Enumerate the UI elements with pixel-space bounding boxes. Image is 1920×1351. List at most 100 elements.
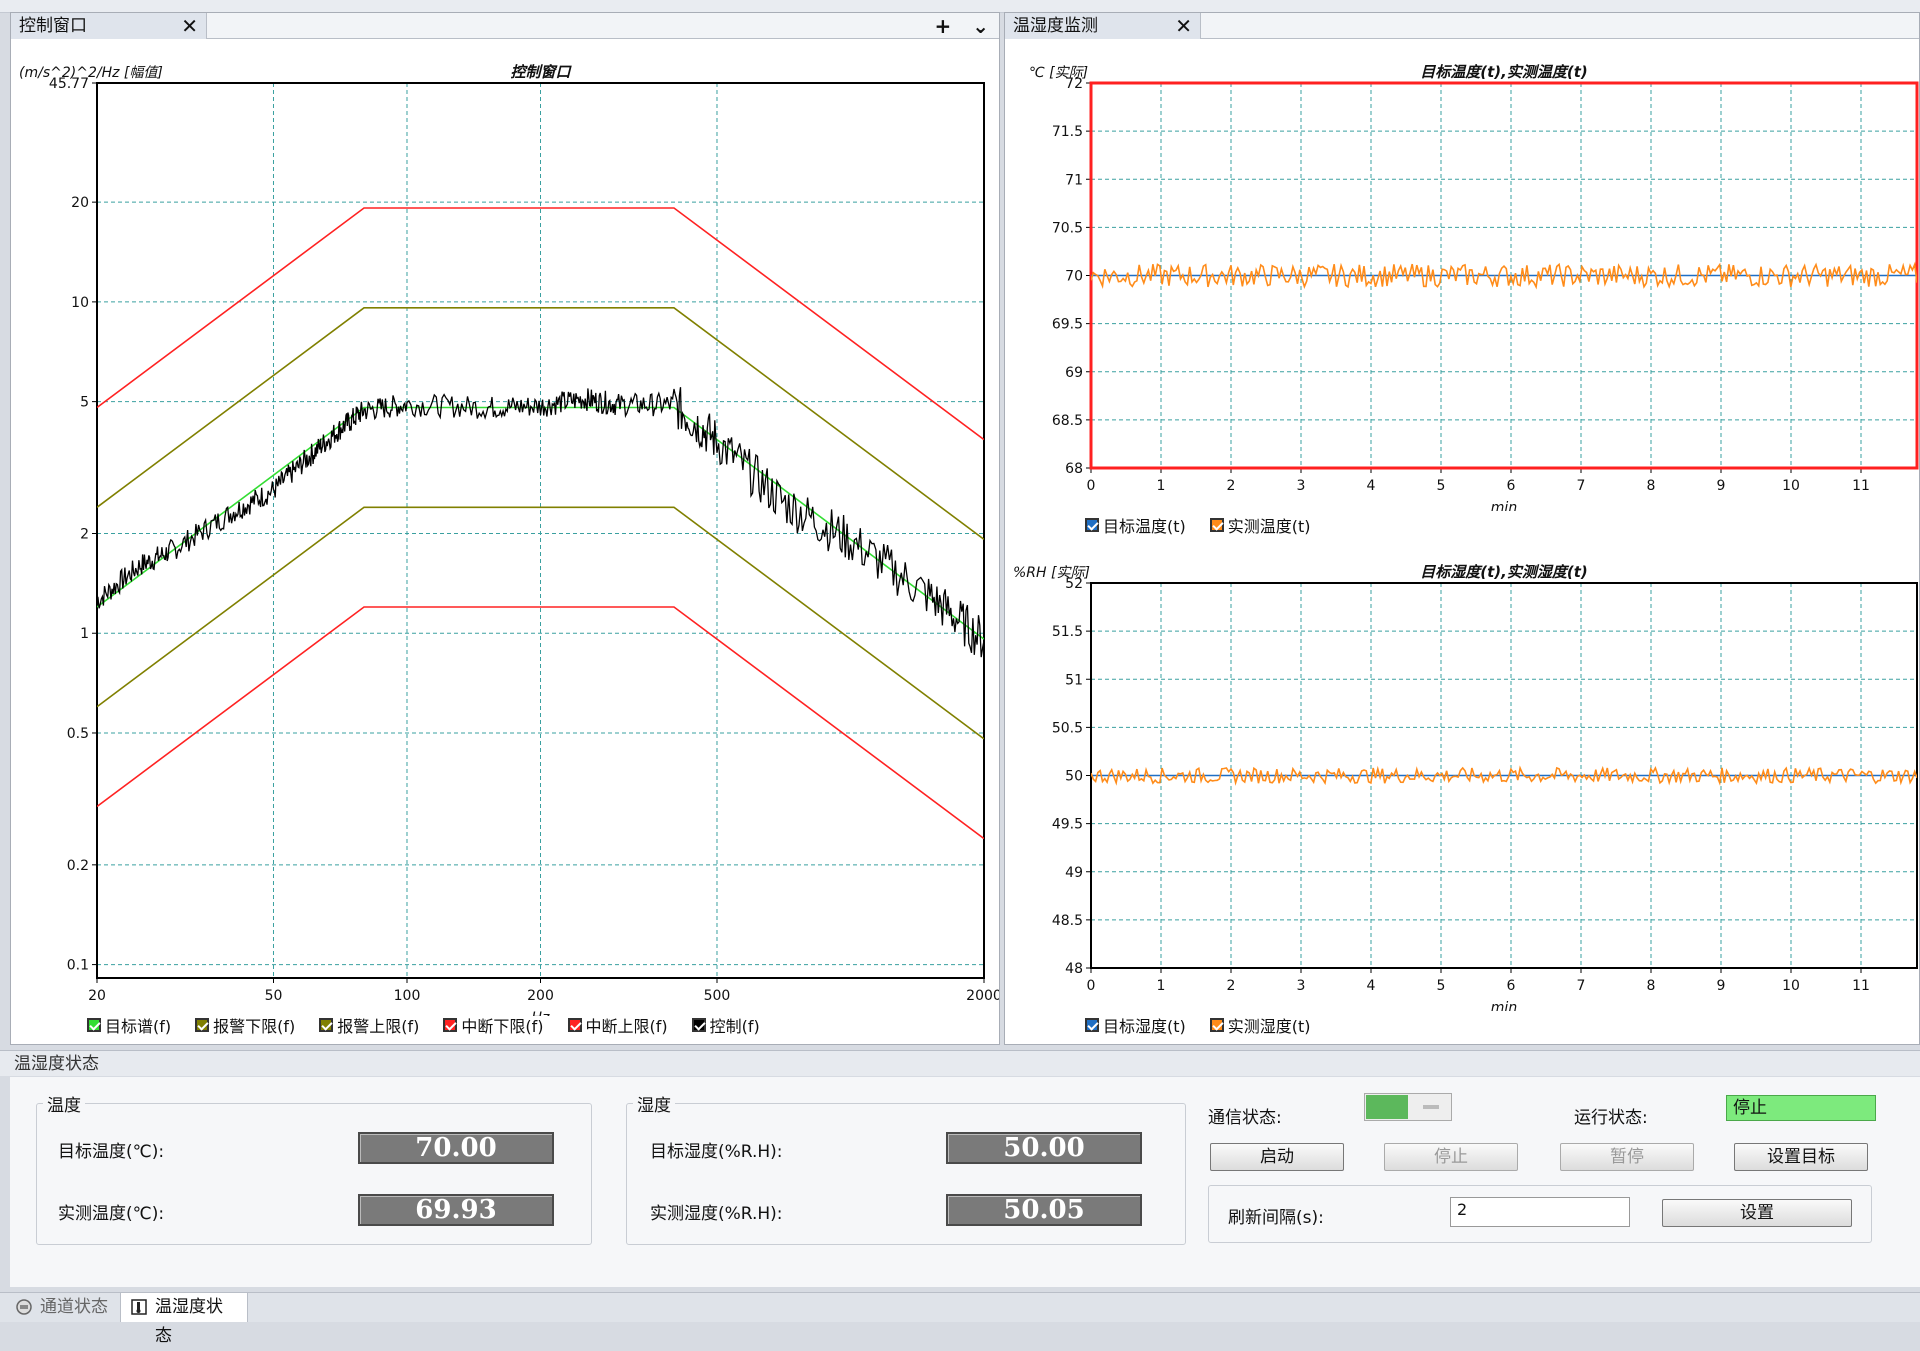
legend-checkbox-icon[interactable] xyxy=(443,1018,458,1032)
y-tick-label: 50.5 xyxy=(1052,720,1083,736)
tab-control-window-label: 控制窗口 xyxy=(19,16,87,36)
y-tick-label: 50 xyxy=(1065,769,1083,785)
close-icon[interactable]: ✕ xyxy=(181,13,198,39)
y-tick-label: 0.2 xyxy=(67,858,89,874)
thermometer-icon xyxy=(131,1299,147,1315)
legend-label: 中断上限(f) xyxy=(585,1017,668,1036)
chart-title: 目标温度(t),实测温度(t) xyxy=(1420,63,1587,81)
actual-humidity-label: 实测湿度(%R.H): xyxy=(650,1204,783,1224)
legend-checkbox-icon[interactable] xyxy=(319,1018,334,1032)
x-tick-label: 3 xyxy=(1297,478,1306,494)
start-button[interactable]: 启动 xyxy=(1210,1143,1344,1171)
legend-item[interactable]: 控制(f) xyxy=(691,1013,760,1037)
x-tick-label: 3 xyxy=(1297,978,1306,994)
plot-area xyxy=(1091,765,1917,786)
legend-checkbox-icon[interactable] xyxy=(1085,1018,1099,1032)
x-tick-label: 0 xyxy=(1087,478,1096,494)
legend-item[interactable]: 目标谱(f) xyxy=(87,1013,171,1037)
actual-temp-value: 69.93 xyxy=(358,1194,554,1226)
legend-checkbox-icon[interactable] xyxy=(195,1018,210,1032)
legend-item[interactable]: 报警下限(f) xyxy=(195,1013,295,1037)
y-tick-label: 2 xyxy=(80,526,89,542)
y-tick-label: 51 xyxy=(1065,672,1083,688)
legend-item[interactable]: 实测温度(t) xyxy=(1209,513,1311,537)
comm-status-dots xyxy=(1423,1105,1439,1109)
tab-tools: + ⌄ xyxy=(921,13,990,39)
legend-item[interactable]: 中断上限(f) xyxy=(567,1013,668,1037)
status-area: 温度 目标温度(℃): 70.00 实测温度(℃): 69.93 湿度 目标湿度… xyxy=(10,1077,1920,1287)
y-tick-label: 71.5 xyxy=(1052,124,1083,140)
target-temp-label: 目标温度(℃): xyxy=(58,1142,165,1162)
legend-item[interactable]: 目标湿度(t) xyxy=(1085,1013,1186,1037)
legend-label: 控制(f) xyxy=(709,1017,760,1036)
refresh-interval-input[interactable]: 2 xyxy=(1450,1197,1630,1227)
humidity-chart: 0 1 2 3 4 5 6 7 8 9 10 114848.54949.55050.55151.552… xyxy=(1013,563,1918,1011)
humidity-group-title: 湿度 xyxy=(637,1096,671,1116)
x-tick-label: 100 xyxy=(394,988,421,1004)
temperature-chart: 0 1 2 3 4 5 6 7 8 9 10 116868.56969.57070.57171.572… xyxy=(1029,63,1919,511)
y-tick-label: 70 xyxy=(1065,269,1083,285)
x-tick-label: 1 xyxy=(1157,978,1166,994)
legend-item[interactable]: 实测湿度(t) xyxy=(1209,1013,1311,1037)
y-tick-label: 69.5 xyxy=(1052,317,1083,333)
legend-item[interactable]: 中断下限(f) xyxy=(443,1013,544,1037)
tab-temp-humidity-monitor[interactable]: 温湿度监测 ✕ xyxy=(1005,13,1201,39)
tab-channel-status-label: 通道状态 xyxy=(40,1297,108,1317)
pause-button[interactable]: 暂停 xyxy=(1560,1143,1694,1171)
legend-label: 中断下限(f) xyxy=(461,1017,544,1036)
x-tick-label: 7 xyxy=(1577,478,1586,494)
y-tick-label: 20 xyxy=(71,195,89,211)
legend-checkbox-icon[interactable] xyxy=(1209,1018,1224,1032)
close-icon[interactable]: ✕ xyxy=(1175,13,1192,39)
temperature-group-title: 温度 xyxy=(47,1096,81,1116)
humidity-legend: 目标湿度(t) 实测湿度(t) xyxy=(1085,1013,1335,1037)
x-tick-label: 5 xyxy=(1437,478,1446,494)
add-tab-icon[interactable]: + xyxy=(935,13,952,39)
legend-label: 目标湿度(t) xyxy=(1103,1017,1186,1036)
legend-checkbox-icon[interactable] xyxy=(1085,518,1099,532)
tab-channel-status[interactable]: 通道状态 xyxy=(6,1293,116,1322)
chevron-down-icon[interactable]: ⌄ xyxy=(972,13,989,39)
y-tick-label: 51.5 xyxy=(1052,624,1083,640)
x-axis-label: min xyxy=(1491,1000,1517,1011)
set-target-button[interactable]: 设置目标 xyxy=(1734,1143,1868,1171)
x-tick-label: 4 xyxy=(1367,978,1376,994)
x-tick-label: 9 xyxy=(1717,978,1726,994)
chart-title: 控制窗口 xyxy=(510,63,572,81)
set-refresh-button[interactable]: 设置 xyxy=(1662,1199,1852,1227)
y-axis-label: ℃ [实际] xyxy=(1029,65,1088,81)
target-humidity-label: 目标湿度(%R.H): xyxy=(650,1142,783,1162)
legend-checkbox-icon[interactable] xyxy=(1209,518,1224,532)
legend-item[interactable]: 报警上限(f) xyxy=(319,1013,419,1037)
legend-label: 报警下限(f) xyxy=(213,1017,296,1036)
tab-temp-humidity-status[interactable]: 温湿度状态 xyxy=(120,1293,248,1346)
x-tick-label: 8 xyxy=(1647,978,1656,994)
y-tick-label: 69 xyxy=(1065,365,1083,381)
tab-control-window[interactable]: 控制窗口 ✕ xyxy=(11,13,207,39)
x-tick-label: 11 xyxy=(1852,478,1870,494)
y-tick-label: 0.5 xyxy=(67,726,89,742)
x-tick-label: 10 xyxy=(1782,478,1800,494)
x-tick-label: 50 xyxy=(265,988,283,1004)
refresh-interval-label: 刷新间隔(s): xyxy=(1228,1208,1324,1228)
stop-button[interactable]: 停止 xyxy=(1384,1143,1518,1171)
x-tick-label: 2 xyxy=(1227,478,1236,494)
y-tick-label: 70.5 xyxy=(1052,220,1083,236)
y-tick-label: 68 xyxy=(1065,461,1083,477)
legend-checkbox-icon[interactable] xyxy=(87,1018,101,1032)
legend-label: 报警上限(f) xyxy=(337,1017,420,1036)
actual-temp-label: 实测温度(℃): xyxy=(58,1204,165,1224)
legend-checkbox-icon[interactable] xyxy=(567,1018,582,1032)
run-status-label: 运行状态: xyxy=(1574,1108,1648,1128)
legend-checkbox-icon[interactable] xyxy=(691,1018,706,1032)
x-tick-label: 2 xyxy=(1227,978,1236,994)
monitor-tabbar: 温湿度监测 ✕ xyxy=(1005,13,1919,39)
tab-temp-humidity-status-label: 温湿度状态 xyxy=(155,1297,223,1346)
status-panel-title: 温湿度状态 xyxy=(0,1050,1920,1076)
y-axis-label: (m/s^2)^2/Hz [幅值] xyxy=(19,65,163,81)
x-tick-label: 6 xyxy=(1507,478,1516,494)
legend-item[interactable]: 目标温度(t) xyxy=(1085,513,1186,537)
legend-label: 实测温度(t) xyxy=(1227,517,1311,536)
x-tick-label: 0 xyxy=(1087,978,1096,994)
x-tick-label: 500 xyxy=(704,988,731,1004)
